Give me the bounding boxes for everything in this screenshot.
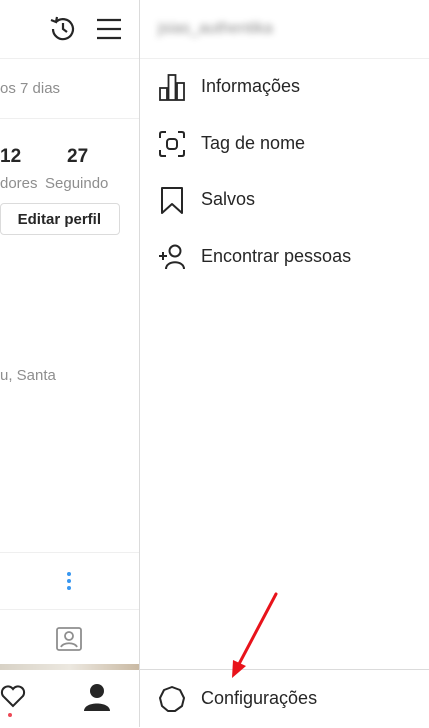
menu-item-label: Salvos — [201, 189, 256, 209]
more-options-icon[interactable] — [66, 571, 72, 591]
divider — [0, 118, 139, 119]
hamburger-menu-icon[interactable] — [95, 17, 123, 41]
side-drawer: jsias_authentika Informações Tag de nome… — [140, 0, 429, 727]
menu-item-label: Informações — [201, 76, 301, 96]
gear-icon — [159, 686, 185, 712]
nametag-icon — [159, 131, 185, 157]
followers-label[interactable]: dores — [0, 175, 38, 192]
tagged-photos-icon[interactable] — [55, 625, 83, 653]
drawer-header: jsias_authentika — [140, 0, 429, 59]
notification-dot — [8, 713, 12, 717]
add-person-icon — [159, 244, 185, 270]
settings-label: Configurações — [201, 688, 318, 708]
edit-profile-button[interactable]: Editar perfil — [0, 203, 120, 235]
menu-item-nametag[interactable]: Tag de nome — [140, 116, 429, 172]
menu-item-saved[interactable]: Salvos — [140, 172, 429, 228]
following-label[interactable]: Seguindo — [45, 175, 108, 192]
divider — [0, 552, 139, 553]
insights-period-text: os 7 dias — [0, 80, 61, 97]
menu-item-discover-people[interactable]: Encontrar pessoas — [140, 229, 429, 285]
insights-icon — [159, 74, 185, 101]
menu-item-insights[interactable]: Informações — [140, 59, 429, 115]
following-count[interactable]: 27 — [67, 146, 88, 168]
archive-history-icon[interactable] — [48, 14, 78, 44]
menu-item-label: Encontrar pessoas — [201, 246, 352, 266]
divider — [0, 609, 139, 610]
profile-panel: os 7 dias 12 dores 27 Seguindo Editar pe… — [0, 0, 140, 727]
bookmark-icon — [161, 187, 183, 214]
activity-heart-icon[interactable] — [0, 683, 26, 709]
profile-person-icon[interactable] — [83, 682, 111, 712]
menu-item-label: Tag de nome — [201, 133, 306, 153]
profile-bio-text: u, Santa — [0, 367, 56, 384]
followers-count[interactable]: 12 — [0, 146, 21, 168]
username: jsias_authentika — [158, 20, 273, 37]
settings-button[interactable]: Configurações — [140, 669, 429, 728]
